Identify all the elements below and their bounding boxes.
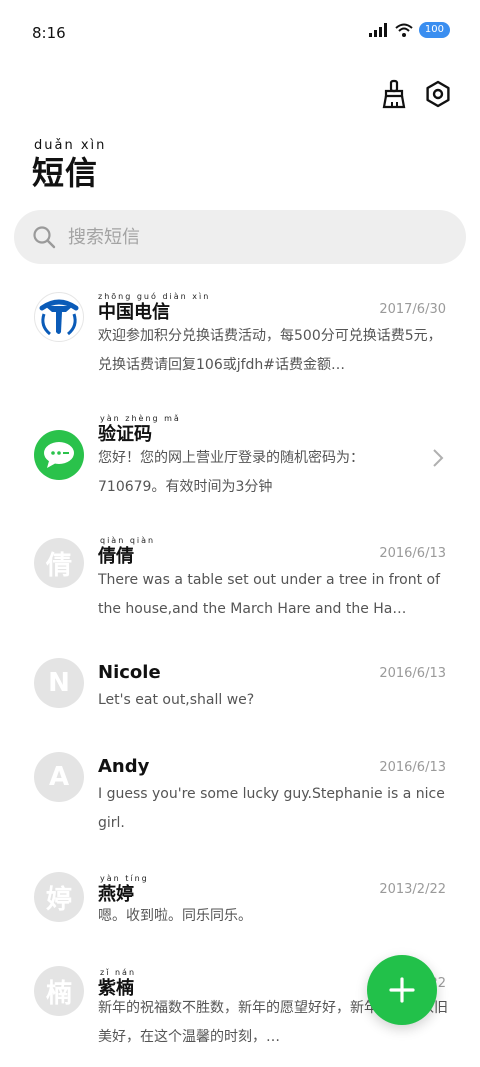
avatar: N: [34, 658, 84, 708]
gear-icon: [426, 80, 450, 108]
list-item[interactable]: 倩 qiàn qiàn 倩倩 2016/6/13 There was a tab…: [0, 528, 480, 638]
search-bar[interactable]: [14, 210, 466, 264]
avatar: 婷: [34, 872, 84, 922]
list-item[interactable]: N Nicole 2016/6/13 Let's eat out,shall w…: [0, 652, 480, 736]
status-bar: 8:16 100: [0, 0, 480, 66]
status-icons: 100: [368, 22, 450, 38]
avatar: 倩: [34, 538, 84, 588]
page-title: 短信: [32, 154, 99, 192]
message-date: 2013/2/22: [379, 882, 446, 897]
message-preview: 欢迎参加积分兑换话费活动，每500分可兑换话费5元，兑换话费请回复106或jfd…: [98, 328, 442, 373]
sender-name: 倩倩: [98, 546, 134, 567]
battery-indicator: 100: [418, 22, 450, 38]
sender-name: 验证码: [98, 424, 152, 445]
message-date: 2016/6/13: [379, 666, 446, 681]
message-date: 2016/6/13: [379, 760, 446, 775]
sender-name: 中国电信: [98, 302, 170, 323]
avatar: 楠: [34, 966, 84, 1016]
status-time: 8:16: [32, 24, 66, 42]
new-message-button[interactable]: [367, 955, 437, 1025]
wifi-icon: [395, 23, 413, 37]
sender-name: Nicole: [98, 662, 161, 683]
chat-bubble-icon: [44, 442, 74, 468]
message-preview: Let's eat out,shall we?: [98, 692, 255, 708]
search-icon: [33, 226, 56, 249]
list-item[interactable]: zhōng guó diàn xìn 中国电信 2017/6/30 欢迎参加积分…: [0, 276, 480, 380]
brush-icon: [382, 79, 406, 109]
plus-icon: [389, 977, 415, 1003]
settings-button[interactable]: [422, 78, 454, 110]
message-preview: 嗯。收到啦。同乐同乐。: [98, 908, 252, 924]
list-item[interactable]: A Andy 2016/6/13 I guess you're some luc…: [0, 746, 480, 856]
chevron-right-icon: [433, 449, 444, 467]
list-item[interactable]: yàn zhèng mǎ 验证码 您好！您的网上营业厅登录的随机密码为：7106…: [0, 410, 480, 510]
avatar: [34, 292, 84, 342]
avatar: A: [34, 752, 84, 802]
signal-icon: [368, 23, 387, 37]
message-date: 2016/6/13: [379, 546, 446, 561]
list-item[interactable]: 婷 yàn tíng 燕婷 2013/2/22 嗯。收到啦。同乐同乐。: [0, 866, 480, 946]
sender-name: Andy: [98, 756, 150, 777]
avatar: [34, 430, 84, 480]
search-input[interactable]: [68, 226, 428, 248]
clean-button[interactable]: [378, 78, 410, 110]
message-preview: There was a table set out under a tree i…: [98, 572, 441, 617]
message-preview: I guess you're some lucky guy.Stephanie …: [98, 786, 445, 831]
message-preview: 您好！您的网上营业厅登录的随机密码为：710679。有效时间为3分钟: [98, 450, 364, 495]
telecom-logo-icon: [39, 299, 79, 336]
message-date: 2017/6/30: [379, 302, 446, 317]
